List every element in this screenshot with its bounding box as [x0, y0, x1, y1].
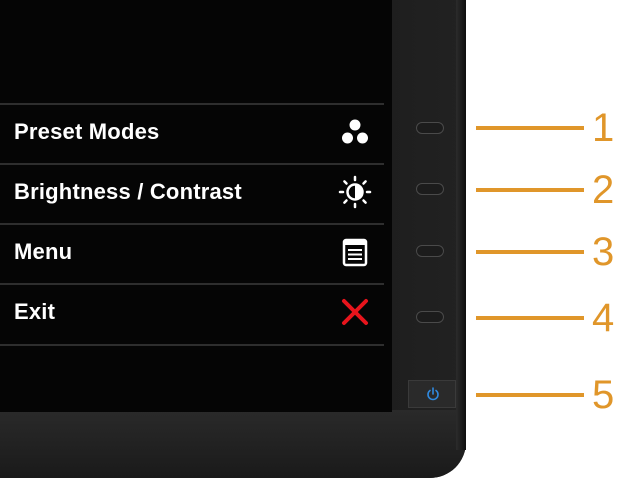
exit-icon — [342, 299, 368, 325]
power-button[interactable] — [408, 380, 456, 408]
monitor-bezel-edge — [456, 0, 466, 450]
callout-line-4 — [476, 316, 584, 320]
osd-item-exit[interactable]: Exit — [0, 283, 384, 339]
callout-line-3 — [476, 250, 584, 254]
monitor-button-4[interactable] — [416, 311, 444, 323]
callout-number-3: 3 — [592, 230, 615, 274]
callout-number-2: 2 — [592, 168, 615, 212]
power-icon — [427, 387, 439, 401]
osd-item-brightness-contrast[interactable]: Brightness / Contrast — [0, 163, 384, 219]
osd-item-label: Preset Modes — [14, 119, 160, 144]
osd-divider — [0, 344, 384, 346]
callout-line-5 — [476, 393, 584, 397]
monitor-screen: Preset Modes Brightness / Contrast Menu … — [0, 0, 392, 412]
osd-item-menu[interactable]: Menu — [0, 223, 384, 279]
callout-number-1: 1 — [592, 106, 615, 150]
callout-line-1 — [476, 126, 584, 130]
monitor-button-1[interactable] — [416, 122, 444, 134]
monitor-button-3[interactable] — [416, 245, 444, 257]
osd-item-label: Brightness / Contrast — [14, 179, 242, 204]
brightness-contrast-icon — [338, 175, 372, 209]
osd-item-preset-modes[interactable]: Preset Modes — [0, 103, 384, 159]
monitor-bezel-bottom — [0, 410, 466, 478]
callout-number-4: 4 — [592, 296, 615, 340]
osd-item-label: Menu — [14, 239, 73, 264]
osd-item-label: Exit — [14, 299, 56, 324]
callout-number-5: 5 — [592, 373, 615, 417]
callout-line-2 — [476, 188, 584, 192]
menu-icon — [342, 238, 368, 267]
preset-modes-icon — [342, 119, 368, 144]
monitor-button-2[interactable] — [416, 183, 444, 195]
